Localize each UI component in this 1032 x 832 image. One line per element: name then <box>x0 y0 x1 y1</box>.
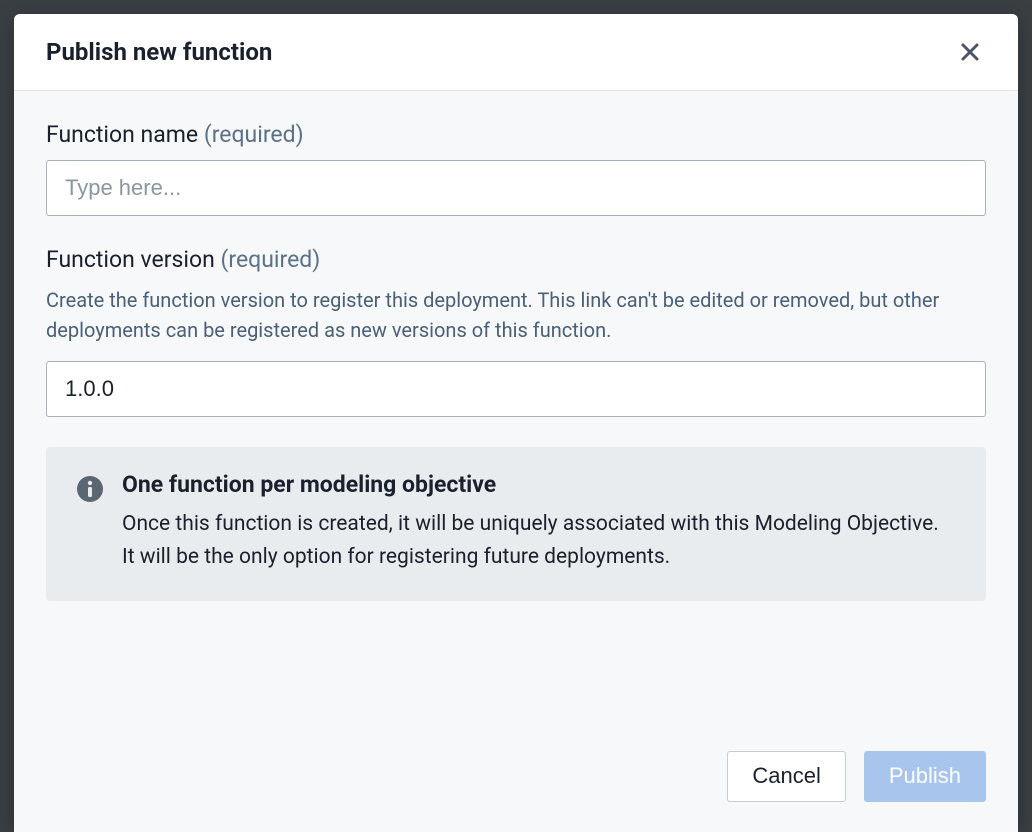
function-name-field: Function name (required) <box>46 121 986 216</box>
cancel-button[interactable]: Cancel <box>727 751 845 802</box>
function-version-input[interactable] <box>46 361 986 417</box>
close-button[interactable] <box>954 36 986 68</box>
info-callout-text: Once this function is created, it will b… <box>122 508 956 573</box>
modal-footer: Cancel Publish <box>14 751 1018 832</box>
info-callout: One function per modeling objective Once… <box>46 447 986 601</box>
function-version-field: Function version (required) Create the f… <box>46 246 986 417</box>
info-callout-content: One function per modeling objective Once… <box>122 471 956 573</box>
function-name-label: Function name <box>46 121 198 148</box>
info-callout-title: One function per modeling objective <box>122 471 956 498</box>
close-icon <box>960 42 980 62</box>
function-name-input[interactable] <box>46 160 986 216</box>
info-icon <box>76 475 104 503</box>
function-version-required-tag: (required) <box>221 246 321 273</box>
function-version-label-row: Function version (required) <box>46 246 986 273</box>
modal-header: Publish new function <box>14 14 1018 91</box>
function-version-label: Function version <box>46 246 215 273</box>
publish-button[interactable]: Publish <box>864 751 986 802</box>
publish-function-modal: Publish new function Function name (requ… <box>14 14 1018 832</box>
function-name-label-row: Function name (required) <box>46 121 986 148</box>
modal-body: Function name (required) Function versio… <box>14 91 1018 751</box>
function-name-required-tag: (required) <box>204 121 304 148</box>
function-version-help: Create the function version to register … <box>46 285 986 345</box>
modal-title: Publish new function <box>46 38 272 66</box>
